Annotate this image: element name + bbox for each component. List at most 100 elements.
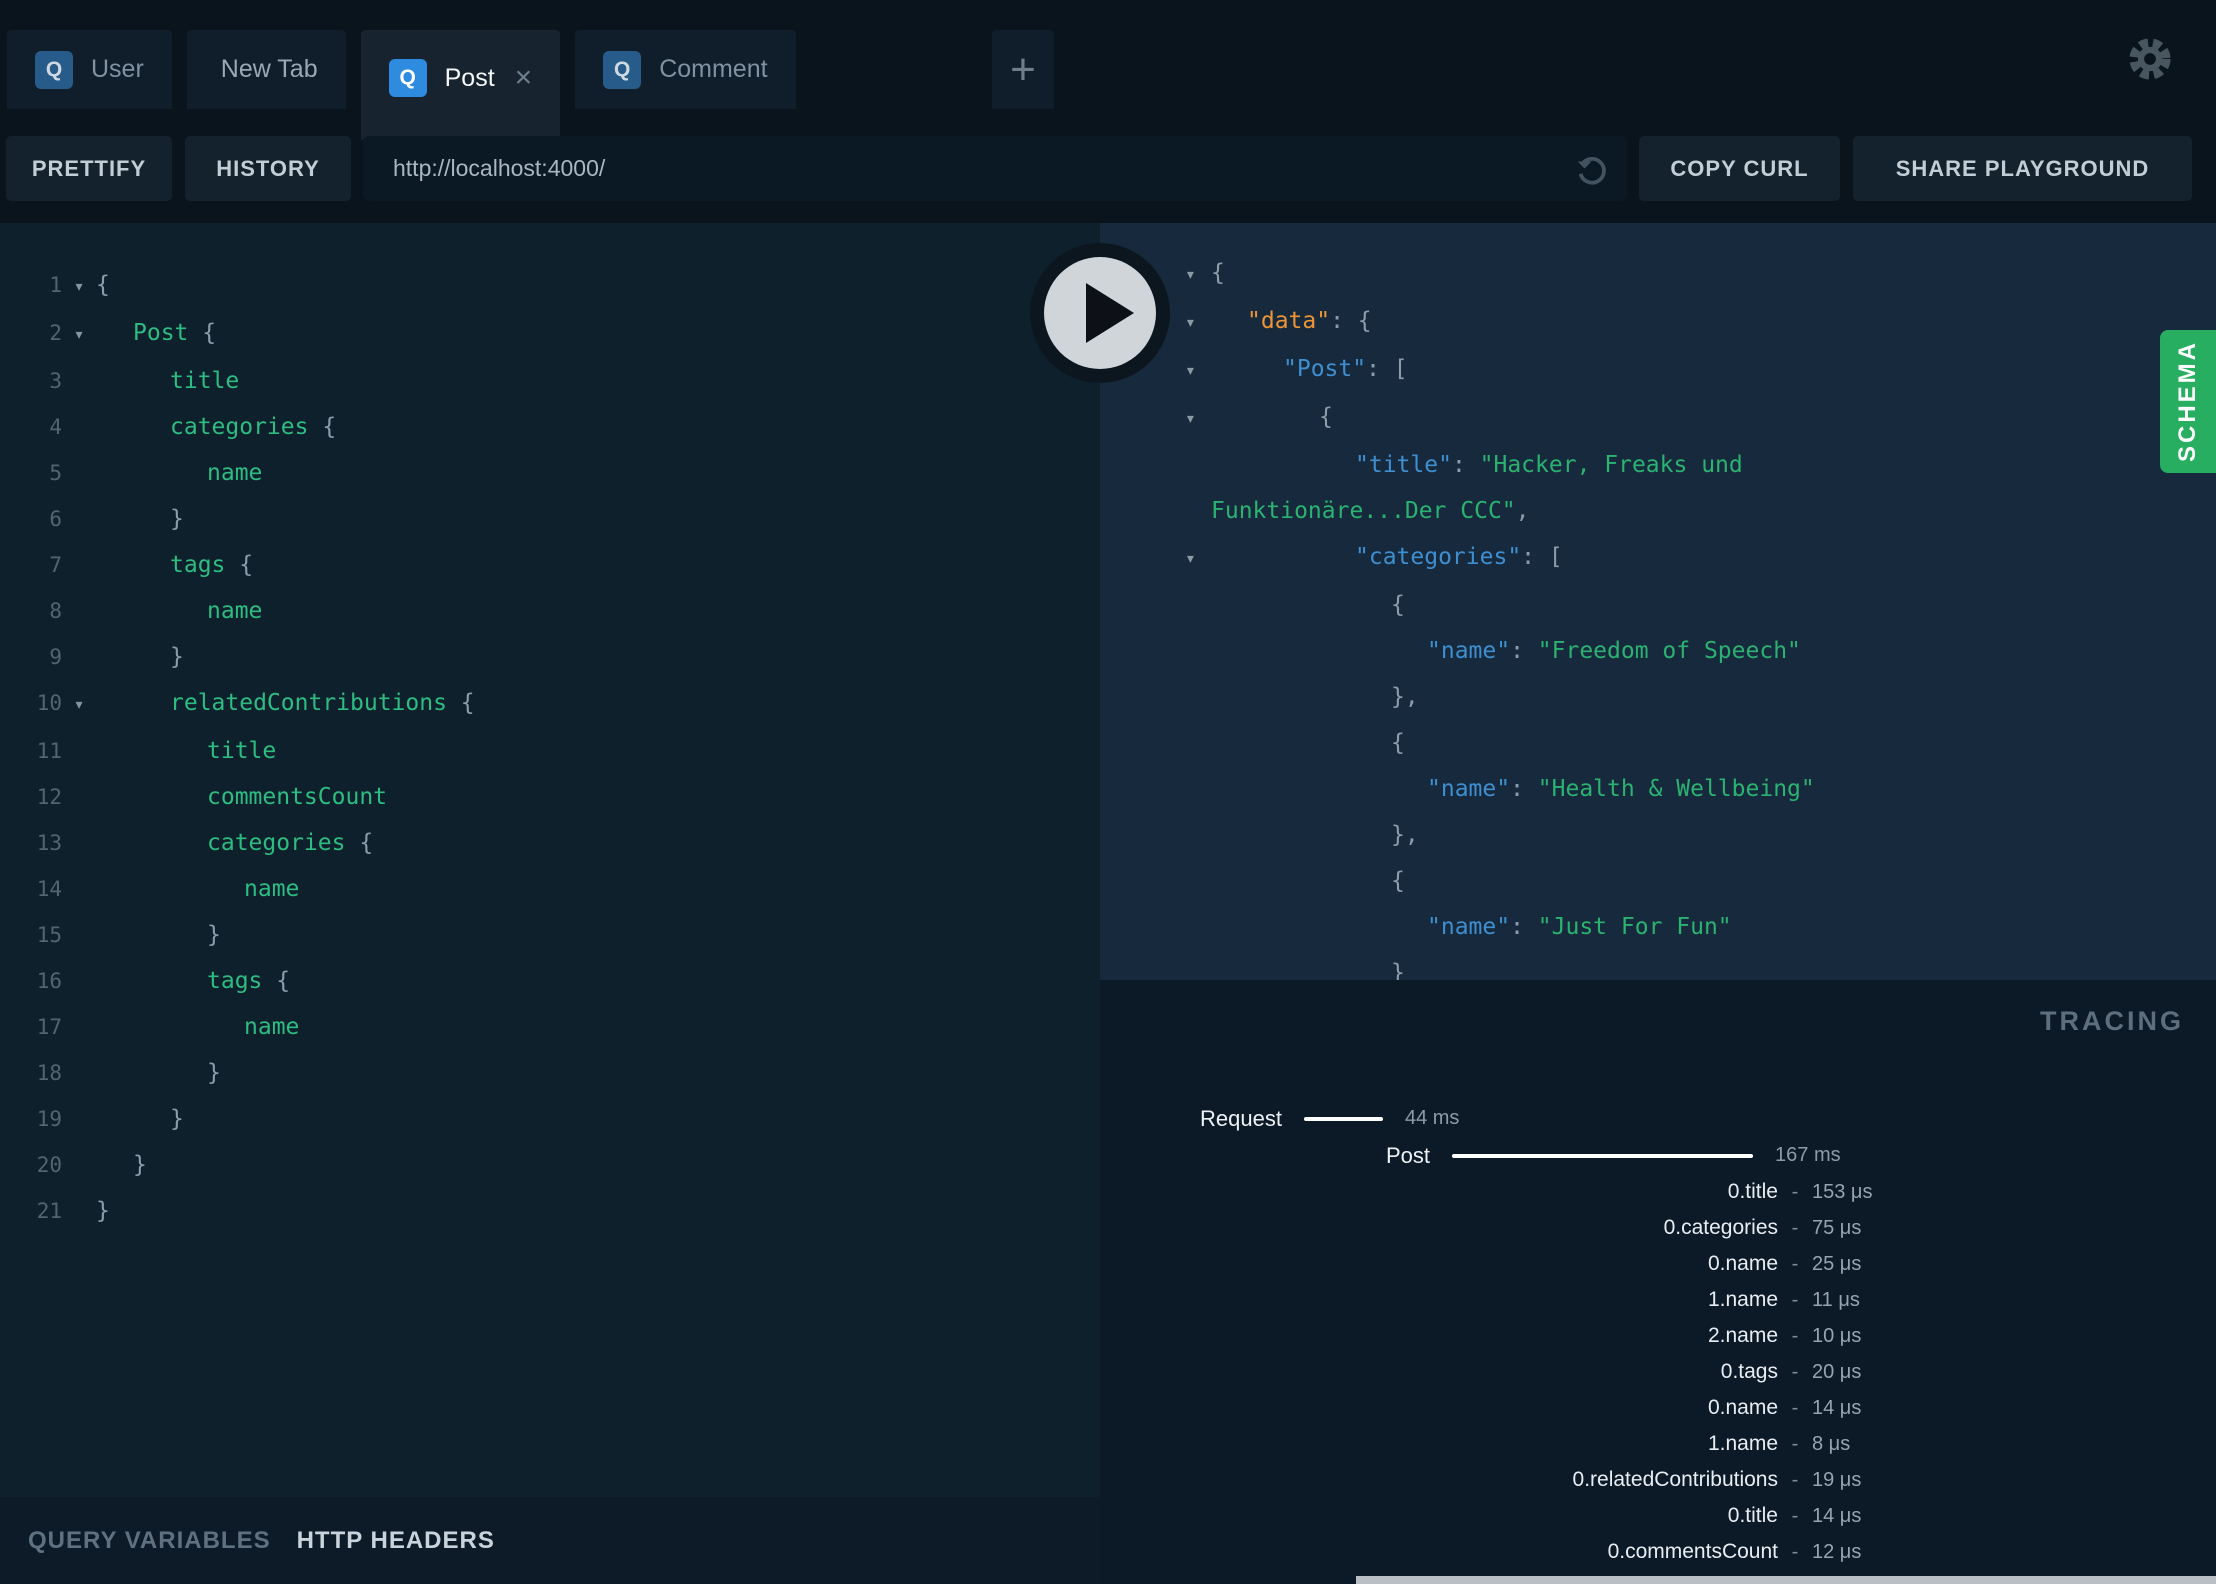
trace-field-row: 2.name -10 μs: [1100, 1318, 2216, 1354]
response-pane[interactable]: ▾{▾ "data": {▾ "Post": [▾{"title": "Hacker…: [1100, 223, 2216, 980]
trace-field-label: 0.tags: [1720, 1360, 1778, 1383]
copy-curl-button[interactable]: COPY CURL: [1639, 136, 1840, 201]
trace-duration-bar: [1452, 1153, 1754, 1158]
add-tab-button[interactable]: +: [992, 30, 1054, 109]
line-number: 7: [49, 553, 62, 577]
line-number: 1: [49, 273, 62, 297]
code-text: },: [1391, 822, 1419, 848]
query-type-badge: Q: [35, 50, 73, 89]
trace-field-row: 0.title -153 μs: [1100, 1174, 2216, 1210]
editor-line: 17 name: [0, 1004, 1100, 1050]
response-line: {: [1100, 720, 2216, 766]
trace-field-label: 0.categories: [1663, 1216, 1778, 1239]
schema-tab[interactable]: SCHEMA: [2160, 330, 2216, 473]
line-number: 9: [49, 645, 62, 669]
editor-line: 11 title: [0, 728, 1100, 774]
trace-dash: -: [1791, 1432, 1799, 1455]
refresh-icon[interactable]: [1573, 150, 1611, 188]
gear-icon[interactable]: [2124, 33, 2176, 85]
editor-line: 16 tags {: [0, 958, 1100, 1004]
trace-field-value: 12 μs: [1812, 1540, 1862, 1563]
code-text: }: [133, 1152, 147, 1178]
query-editor[interactable]: 1 ▾{2 ▾ Post {3 title 4 categories {5 name 6} 7 ta…: [0, 223, 1100, 1497]
share-playground-button[interactable]: SHARE PLAYGROUND: [1853, 136, 2192, 201]
tab-post[interactable]: Q Post ×: [360, 30, 561, 140]
editor-line: 9}: [0, 634, 1100, 680]
code-text: }: [207, 922, 221, 948]
fold-toggle-icon[interactable]: ▾: [1185, 252, 1211, 298]
query-type-badge: Q: [603, 50, 642, 89]
code-text: {: [1391, 592, 1405, 618]
line-number: 21: [36, 1199, 62, 1223]
http-headers-tab[interactable]: HTTP HEADERS: [297, 1527, 495, 1555]
trace-field-label: 0.title: [1727, 1504, 1778, 1527]
history-button[interactable]: HISTORY: [185, 136, 351, 201]
fold-toggle-icon[interactable]: ▾: [62, 682, 96, 728]
query-variables-tab[interactable]: QUERY VARIABLES: [28, 1527, 271, 1555]
response-line: "title": "Hacker, Freaks und: [1100, 442, 2216, 488]
tracing-panel: TRACING Request 44 ms Post 167 ms 0.title -15…: [1100, 980, 2216, 1584]
editor-line: 2 ▾ Post {: [0, 310, 1100, 358]
tab-user[interactable]: Q User: [7, 30, 172, 109]
tab-new-tab[interactable]: New Tab: [186, 30, 346, 109]
tab-label: New Tab: [220, 55, 318, 83]
line-number: 3: [49, 369, 62, 393]
response-line: "name": "Freedom of Speech": [1100, 628, 2216, 674]
trace-field-row: 0.title -14 μs: [1100, 1498, 2216, 1534]
trace-duration-value: 44 ms: [1404, 1107, 1460, 1129]
horizontal-scrollbar[interactable]: [1356, 1576, 2216, 1584]
trace-field-row: 0.categories -75 μs: [1100, 1210, 2216, 1246]
line-number: 20: [36, 1153, 62, 1177]
code-text: },: [1391, 684, 1419, 710]
code-text: }: [1391, 960, 1405, 980]
tracing-body: Request 44 ms Post 167 ms 0.title -153 μs 0.ca…: [1100, 1100, 2216, 1570]
response-line: },: [1100, 674, 2216, 720]
close-tab-icon[interactable]: ×: [515, 63, 533, 93]
trace-span-label: Post: [1386, 1142, 1431, 1168]
code-text: {: [1319, 404, 1333, 430]
code-text: name: [207, 460, 263, 486]
execute-button[interactable]: [1030, 243, 1170, 383]
editor-line: 10 ▾ relatedContributions {: [0, 680, 1100, 728]
code-text: name: [207, 598, 263, 624]
code-text: "title": "Hacker, Freaks und: [1355, 452, 1743, 478]
code-text: }: [170, 1106, 184, 1132]
trace-dash: -: [1791, 1216, 1799, 1239]
line-number: 14: [36, 877, 62, 901]
tab-comment[interactable]: Q Comment: [575, 30, 796, 109]
trace-field-label: 2.name: [1707, 1324, 1778, 1347]
fold-toggle-icon[interactable]: ▾: [1185, 536, 1211, 582]
editor-line: 18}: [0, 1050, 1100, 1096]
trace-field-row: 1.name -8 μs: [1100, 1426, 2216, 1462]
trace-field-label: 0.title: [1727, 1180, 1778, 1203]
endpoint-input[interactable]: [363, 155, 1573, 182]
play-icon: [1086, 283, 1134, 343]
line-number: 18: [36, 1061, 62, 1085]
line-number: 5: [49, 461, 62, 485]
editor-line: 15}: [0, 912, 1100, 958]
trace-field-value: 14 μs: [1812, 1396, 1862, 1419]
response-line: },: [1100, 812, 2216, 858]
code-text: {: [1391, 868, 1405, 894]
fold-toggle-icon[interactable]: ▾: [1185, 396, 1211, 442]
trace-field-label: 0.relatedContributions: [1572, 1468, 1778, 1491]
fold-toggle-icon[interactable]: ▾: [1185, 300, 1211, 346]
trace-field-row: 1.name -11 μs: [1100, 1282, 2216, 1318]
prettify-button[interactable]: PRETTIFY: [6, 136, 172, 201]
response-line: ▾ "Post": [: [1100, 346, 2216, 394]
line-number: 16: [36, 969, 62, 993]
trace-field-value: 10 μs: [1812, 1324, 1862, 1347]
trace-field-value: 11 μs: [1812, 1288, 1860, 1311]
trace-field-value: 14 μs: [1812, 1504, 1862, 1527]
fold-toggle-icon[interactable]: ▾: [62, 312, 96, 358]
tab-strip: Q User New Tab Q Post × Q Comment: [7, 30, 796, 140]
fold-toggle-icon[interactable]: ▾: [1185, 348, 1211, 394]
code-text: Funktionäre...Der CCC",: [1211, 498, 1530, 524]
trace-field-value: 20 μs: [1812, 1360, 1862, 1383]
line-number: 19: [36, 1107, 62, 1131]
fold-toggle-icon[interactable]: ▾: [62, 264, 96, 310]
code-text: title: [207, 738, 277, 764]
response-line: ▾ "data": {: [1100, 298, 2216, 346]
trace-dash: -: [1791, 1504, 1799, 1527]
code-text: name: [244, 876, 300, 902]
